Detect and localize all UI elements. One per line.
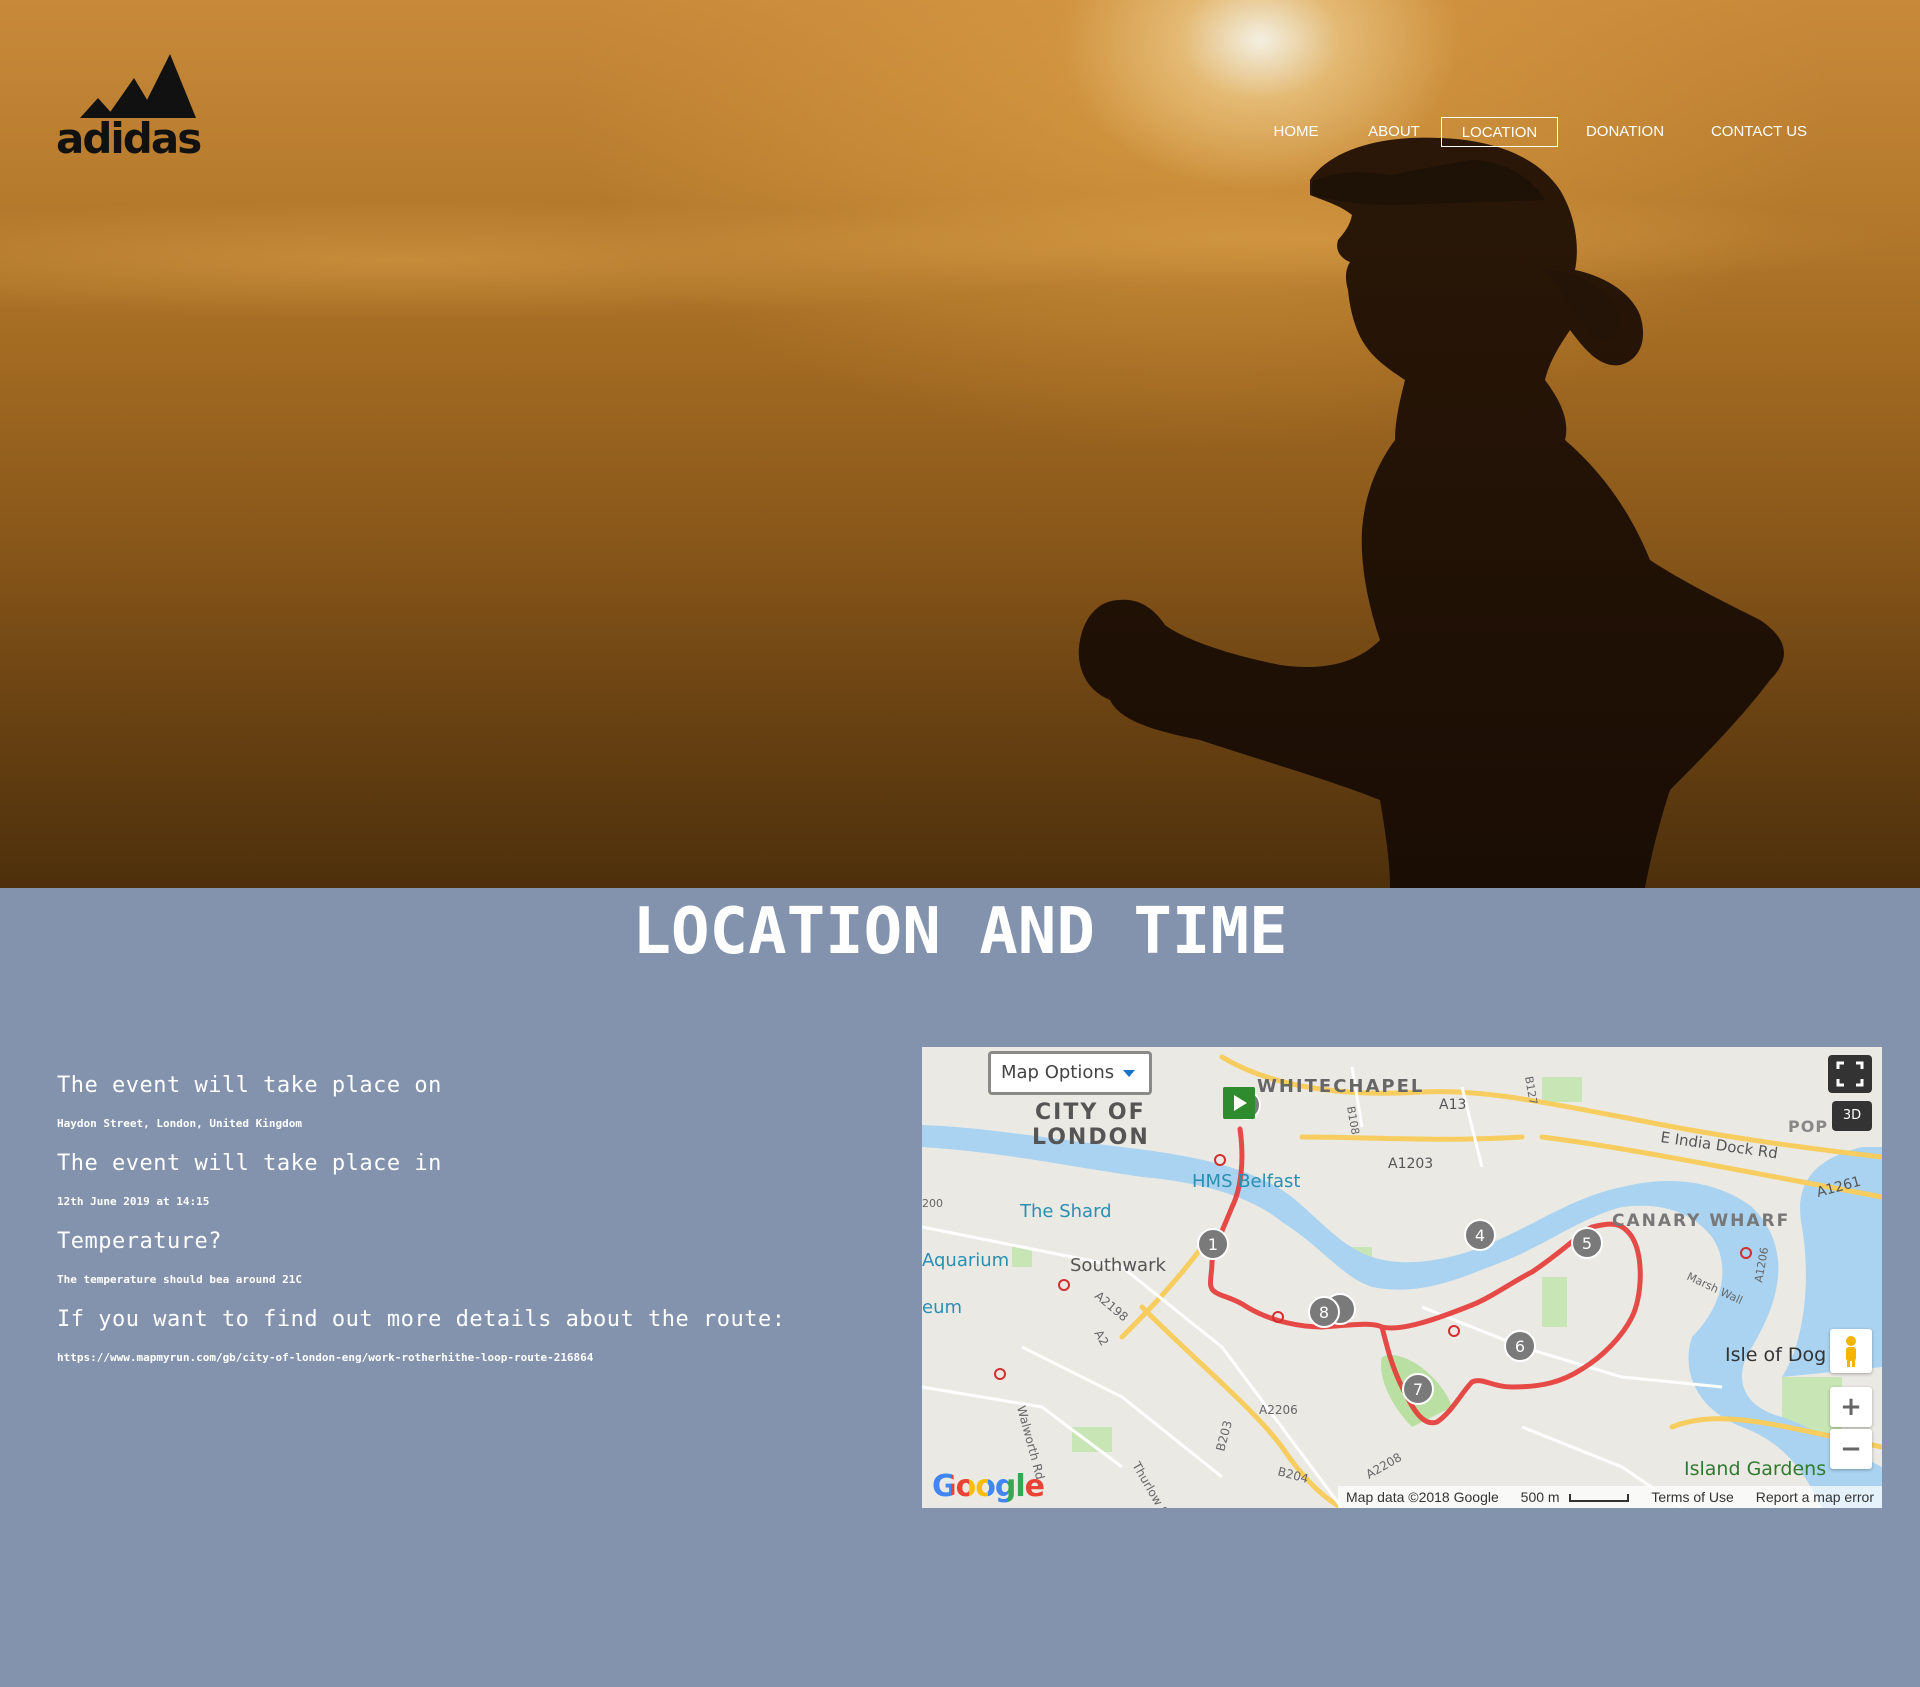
svg-text:LONDON: LONDON [1032, 1125, 1150, 1150]
route-marker-8[interactable]: 8 [1308, 1296, 1340, 1328]
map-data-attribution: Map data ©2018 Google [1346, 1489, 1499, 1505]
svg-text:5: 5 [1582, 1234, 1592, 1253]
svg-text:8: 8 [1319, 1303, 1329, 1322]
svg-text:HMS Belfast: HMS Belfast [1192, 1171, 1300, 1192]
route-map[interactable]: 1 4 5 6 7 8 WHITECHAPEL CITY OF LONDON H… [922, 1047, 1882, 1508]
svg-text:WHITECHAPEL: WHITECHAPEL [1257, 1076, 1424, 1097]
route-marker-7[interactable]: 7 [1402, 1373, 1434, 1405]
svg-text:1: 1 [1208, 1235, 1218, 1254]
event-place-label: The event will take place on [57, 1073, 442, 1098]
map-canvas[interactable]: 1 4 5 6 7 8 WHITECHAPEL CITY OF LONDON H… [922, 1047, 1882, 1508]
event-time-value: 12th June 2019 at 14:15 [57, 1195, 210, 1208]
svg-text:6: 6 [1515, 1337, 1525, 1356]
svg-text:Isle of Dog: Isle of Dog [1725, 1344, 1826, 1366]
svg-text:The Shard: The Shard [1019, 1201, 1112, 1222]
temperature-label: Temperature? [57, 1229, 222, 1254]
svg-text:CITY OF: CITY OF [1035, 1100, 1146, 1125]
pegman-icon [1846, 1336, 1856, 1367]
nav-location[interactable]: LOCATION [1441, 117, 1558, 147]
event-time-label: The event will take place in [57, 1151, 442, 1176]
map-footer: Map data ©2018 Google 500 m Terms of Use… [1338, 1486, 1882, 1508]
chevron-down-icon [1123, 1070, 1135, 1077]
svg-text:4: 4 [1475, 1226, 1485, 1245]
route-label: If you want to find out more details abo… [57, 1307, 786, 1332]
main-nav: HOME ABOUT LOCATION DONATION CONTACT US [0, 117, 1920, 147]
report-map-error-link[interactable]: Report a map error [1756, 1489, 1874, 1505]
svg-text:Aquarium: Aquarium [922, 1250, 1009, 1271]
zoom-in-button[interactable]: + [1830, 1387, 1872, 1427]
svg-text:A13: A13 [1439, 1097, 1466, 1113]
svg-text:eum: eum [922, 1297, 962, 1318]
svg-text:200: 200 [922, 1197, 943, 1210]
map-3d-button[interactable]: 3D [1832, 1101, 1872, 1131]
terms-of-use-link[interactable]: Terms of Use [1651, 1489, 1733, 1505]
page-title: LOCATION AND TIME [632, 895, 1288, 969]
zoom-out-button[interactable]: − [1830, 1429, 1872, 1469]
nav-contact-us[interactable]: CONTACT US [1700, 117, 1818, 147]
map-scale-bar [1569, 1494, 1630, 1503]
temperature-value: The temperature should bea around 21C [57, 1273, 303, 1286]
map-scale: 500 m [1520, 1489, 1560, 1505]
route-marker-4[interactable]: 4 [1464, 1219, 1496, 1251]
nav-about[interactable]: ABOUT [1350, 117, 1438, 147]
svg-text:A2206: A2206 [1259, 1403, 1298, 1417]
event-info: The event will take place on Haydon Stre… [57, 1070, 877, 1366]
google-logo[interactable]: Google [932, 1469, 1045, 1504]
route-link[interactable]: https://www.mapmyrun.com/gb/city-of-lond… [57, 1350, 877, 1366]
fullscreen-button[interactable] [1828, 1055, 1872, 1093]
nav-home[interactable]: HOME [1256, 117, 1336, 147]
svg-text:POP: POP [1788, 1117, 1828, 1136]
svg-text:7: 7 [1413, 1380, 1423, 1399]
route-marker-5[interactable]: 5 [1571, 1227, 1603, 1259]
svg-text:Southwark: Southwark [1070, 1255, 1166, 1276]
svg-text:CANARY WHARF: CANARY WHARF [1612, 1211, 1790, 1231]
route-marker-6[interactable]: 6 [1504, 1330, 1536, 1362]
fullscreen-icon [1836, 1061, 1864, 1087]
svg-text:Island Gardens: Island Gardens [1684, 1458, 1826, 1480]
event-place-value: Haydon Street, London, United Kingdom [57, 1117, 303, 1130]
hero-banner: adidas HOME ABOUT LOCATION DONATION CONT… [0, 0, 1920, 888]
map-options-dropdown[interactable]: Map Options [988, 1051, 1152, 1095]
svg-text:A1203: A1203 [1388, 1156, 1433, 1172]
route-start-icon[interactable] [1223, 1087, 1255, 1119]
street-view-pegman[interactable] [1830, 1329, 1872, 1373]
nav-donation[interactable]: DONATION [1572, 117, 1678, 147]
map-options-label: Map Options [1001, 1062, 1115, 1083]
route-marker-1[interactable]: 1 [1197, 1228, 1229, 1260]
